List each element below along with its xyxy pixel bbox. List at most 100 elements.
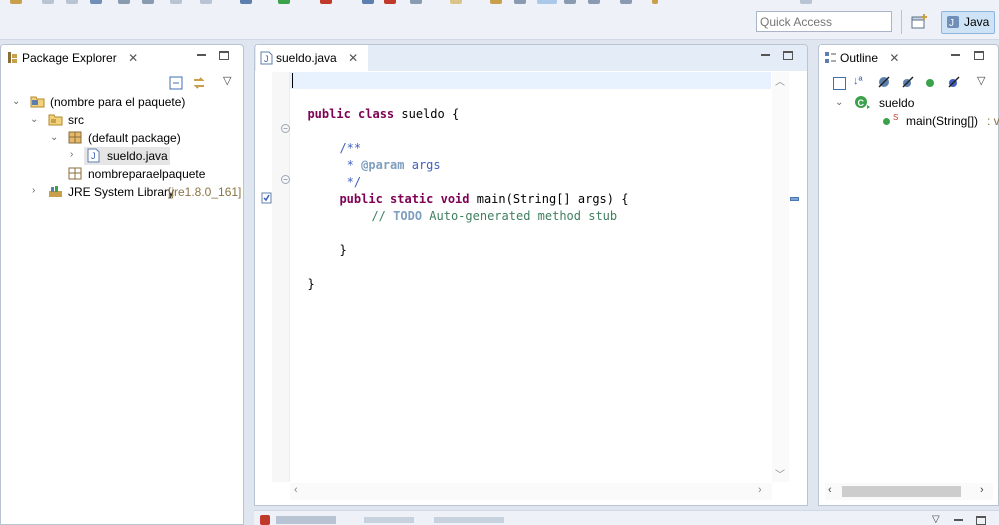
hide-fields-icon[interactable]	[877, 75, 891, 89]
problems-tab-icon[interactable]	[260, 515, 270, 525]
toolbar-icon[interactable]	[66, 0, 78, 4]
toolbar-icon[interactable]	[410, 0, 422, 4]
tab-sueldo-java[interactable]: J sueldo.java ✕	[256, 45, 368, 71]
code-line: }	[325, 225, 346, 259]
chevron-down-icon[interactable]: ﹀	[775, 466, 785, 481]
main-toolbar: J Java	[0, 0, 999, 40]
view-menu-icon[interactable]: ▽	[223, 74, 231, 87]
hide-nonpublic-icon[interactable]	[926, 79, 934, 87]
link-with-editor-icon[interactable]	[191, 75, 207, 91]
toolbar-icon[interactable]	[800, 0, 812, 4]
maximize-icon[interactable]	[974, 51, 984, 60]
chevron-down-icon[interactable]: ⌄	[30, 115, 40, 125]
fold-collapse-icon[interactable]: −	[281, 175, 290, 184]
toolbar-icon[interactable]	[450, 0, 462, 4]
chevron-up-icon[interactable]: ︿	[775, 73, 785, 88]
tree-item-label: nombreparaelpaquete	[88, 167, 206, 181]
hide-local-types-icon[interactable]	[947, 75, 961, 89]
outline-method-item[interactable]: S main(String[]) : v	[881, 112, 999, 130]
tab-outline[interactable]: Outline ✕	[820, 45, 908, 71]
chevron-right-icon[interactable]: ›	[758, 484, 762, 496]
static-marker: S	[893, 113, 899, 122]
java-perspective-button[interactable]: J Java	[941, 11, 995, 34]
maximize-icon[interactable]	[783, 51, 793, 60]
quick-access-input[interactable]	[756, 11, 892, 32]
tab-fragment[interactable]	[434, 517, 504, 523]
toolbar-icon[interactable]	[42, 0, 54, 4]
toolbar-icon[interactable]	[588, 0, 600, 4]
minimize-icon[interactable]	[761, 54, 770, 56]
fold-collapse-icon[interactable]: −	[281, 124, 290, 133]
scrollbar-thumb[interactable]	[842, 486, 961, 497]
tree-item-file[interactable]: › J sueldo.java	[68, 147, 170, 165]
toolbar-icon[interactable]	[170, 0, 182, 4]
tab-package-explorer[interactable]: Package Explorer ✕	[2, 45, 148, 71]
package-icon	[68, 167, 83, 181]
current-line-highlight	[290, 72, 771, 89]
toolbar-icon[interactable]	[10, 0, 22, 4]
task-marker-icon[interactable]	[261, 192, 272, 204]
tree-item-jre[interactable]: › JRE System Library [jre1.8.0_161]	[30, 183, 244, 201]
toolbar-icon[interactable]	[384, 0, 396, 4]
chevron-right-icon[interactable]: ›	[32, 186, 42, 196]
toolbar-icon[interactable]	[537, 0, 557, 4]
collapse-all-icon[interactable]	[169, 76, 183, 90]
svg-text:C: C	[858, 98, 865, 108]
view-menu-icon[interactable]: ▽	[977, 74, 985, 87]
tab-fragment[interactable]	[364, 517, 414, 523]
toolbar-icon[interactable]	[200, 0, 212, 4]
chevron-right-icon[interactable]: ›	[980, 484, 984, 496]
outline-horizontal-scrollbar[interactable]: ‹ ›	[825, 483, 993, 500]
minimize-icon[interactable]	[951, 54, 960, 56]
toolbar-icon[interactable]	[620, 0, 632, 4]
tree-item-label: JRE System Library	[68, 185, 175, 199]
source-folder-icon	[48, 112, 63, 126]
perspective-label: Java	[964, 15, 990, 29]
chevron-left-icon[interactable]: ‹	[294, 484, 298, 496]
outline-class-item[interactable]: ⌄ C sueldo	[835, 94, 985, 112]
view-menu-icon[interactable]: ▽	[932, 514, 940, 525]
tree-item-src[interactable]: ⌄ src	[30, 111, 130, 129]
maximize-icon[interactable]	[219, 51, 229, 60]
sort-icon[interactable]: ↓ª	[853, 75, 863, 87]
editor-vertical-scrollbar[interactable]: ︿ ﹀	[772, 72, 789, 482]
toolbar-icon[interactable]	[118, 0, 130, 4]
close-icon[interactable]: ✕	[128, 51, 138, 65]
chevron-right-icon[interactable]: ›	[70, 150, 80, 160]
overview-marker[interactable]	[790, 197, 799, 201]
toolbar-icon[interactable]	[514, 0, 526, 4]
tree-item-package2[interactable]: nombreparaelpaquete	[68, 165, 218, 183]
toolbar-icon[interactable]	[564, 0, 576, 4]
outline-panel: Outline ✕ ↓ª ▽ ⌄ C sueldo S main(String[…	[818, 44, 999, 506]
chevron-down-icon[interactable]: ⌄	[835, 98, 845, 108]
toolbar-icon[interactable]	[142, 0, 154, 4]
todo-tag: TODO	[393, 209, 423, 223]
run-icon[interactable]	[278, 0, 290, 4]
close-icon[interactable]: ✕	[889, 51, 899, 65]
minimize-icon[interactable]	[197, 54, 206, 56]
comment-text: Auto-generated method stub	[422, 209, 618, 223]
tab-fragment[interactable]	[276, 516, 336, 524]
toolbar-icon[interactable]	[652, 0, 658, 4]
hide-static-icon[interactable]	[901, 75, 915, 89]
tree-item-label: sueldo.java	[107, 149, 168, 163]
tree-item-project[interactable]: ⌄ (nombre para el paquete)	[12, 93, 212, 111]
toolbar-icon[interactable]	[490, 0, 502, 4]
toolbar-icon[interactable]	[240, 0, 252, 4]
editor-horizontal-scrollbar[interactable]: ‹ ›	[290, 483, 772, 500]
toolbar-icon[interactable]	[362, 0, 374, 4]
outline-class-label: sueldo	[879, 96, 915, 110]
maximize-icon[interactable]	[976, 516, 986, 525]
chevron-down-icon[interactable]: ⌄	[12, 97, 22, 107]
toolbar-icon[interactable]	[90, 0, 102, 4]
tree-item-default-package[interactable]: ⌄ (default package)	[50, 129, 200, 147]
comment-text: //	[371, 209, 394, 223]
close-icon[interactable]: ✕	[348, 51, 358, 65]
minimize-icon[interactable]	[954, 519, 963, 521]
open-perspective-icon[interactable]	[910, 13, 930, 31]
javadoc-tag: @param	[361, 158, 405, 172]
chevron-down-icon[interactable]: ⌄	[50, 133, 60, 143]
chevron-left-icon[interactable]: ‹	[828, 484, 832, 496]
collapse-all-icon[interactable]	[833, 77, 846, 90]
stop-icon[interactable]	[320, 0, 332, 4]
